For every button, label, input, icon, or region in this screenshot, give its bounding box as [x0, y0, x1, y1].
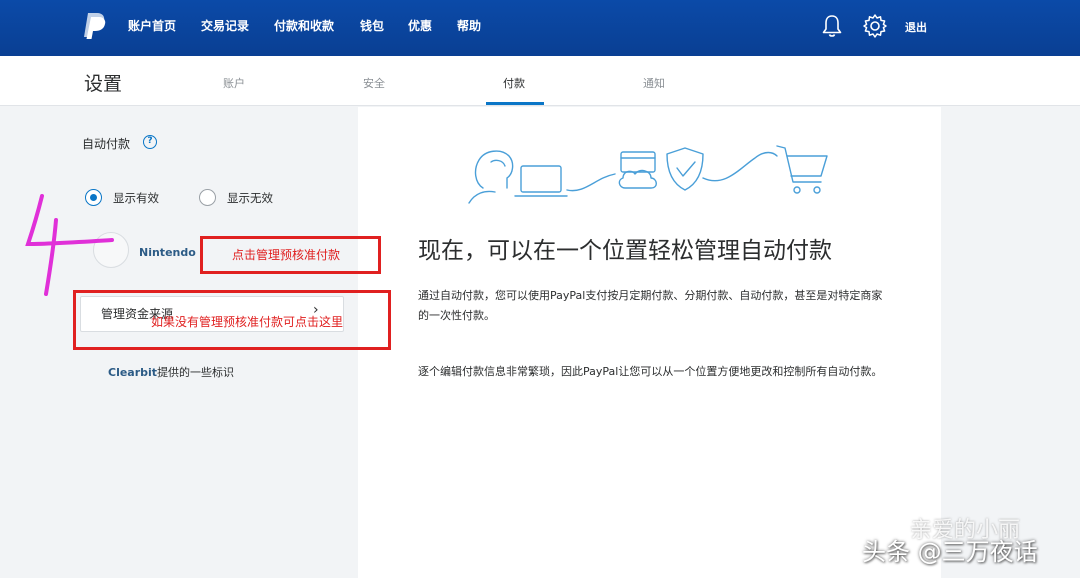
- annotation-note-2: 如果没有管理预核准付款可点击这里: [151, 315, 344, 329]
- logout-link[interactable]: 退出: [905, 19, 927, 35]
- annotation-step-four: 4: [25, 194, 114, 296]
- clearbit-suffix: 提供的一些标识: [157, 366, 235, 379]
- paypal-logo[interactable]: [82, 12, 106, 40]
- tab-account[interactable]: 账户: [223, 75, 245, 91]
- clearbit-link[interactable]: Clearbit: [108, 366, 157, 379]
- autopay-description-1: 通过自动付款，您可以使用PayPal支付按月定期付款、分期付款、自动付款，甚至是…: [418, 289, 883, 322]
- watermark-bottom: 头条 @三万夜话: [862, 538, 1038, 566]
- annotation-note-1: 点击管理预核准付款: [232, 248, 341, 262]
- nav-item-offers[interactable]: 优惠: [408, 17, 432, 34]
- tab-security[interactable]: 安全: [363, 75, 385, 91]
- nav-item-wallet[interactable]: 钱包: [360, 17, 384, 34]
- autopay-illustration: [468, 145, 828, 204]
- bell-icon[interactable]: [820, 13, 844, 39]
- settings-header: 设置 账户 安全 付款 通知: [0, 56, 1080, 106]
- nav-item-help[interactable]: 帮助: [457, 17, 481, 34]
- gear-icon[interactable]: [862, 13, 888, 39]
- autopay-description-2: 逐个编辑付款信息非常繁琐，因此PayPal让您可以从一个位置方便地更改和控制所有…: [418, 365, 883, 378]
- active-tab-indicator: [486, 102, 544, 105]
- nav-item-home[interactable]: 账户首页: [128, 17, 176, 34]
- clearbit-attribution: Clearbit提供的一些标识: [108, 364, 234, 380]
- radio-show-inactive[interactable]: [199, 189, 216, 206]
- help-icon[interactable]: ?: [143, 135, 157, 149]
- nav-item-activity[interactable]: 交易记录: [201, 17, 249, 34]
- page-title: 设置: [84, 73, 123, 95]
- autopay-headline: 现在，可以在一个位置轻松管理自动付款: [418, 238, 832, 264]
- autopay-label: 自动付款: [82, 137, 131, 151]
- nav-item-send-receive[interactable]: 付款和收款: [274, 17, 334, 34]
- merchant-name-link[interactable]: Nintendo: [139, 246, 196, 259]
- radio-show-inactive-label: 显示无效: [227, 191, 273, 205]
- tab-payments[interactable]: 付款: [503, 75, 525, 91]
- tab-notifications[interactable]: 通知: [643, 75, 665, 91]
